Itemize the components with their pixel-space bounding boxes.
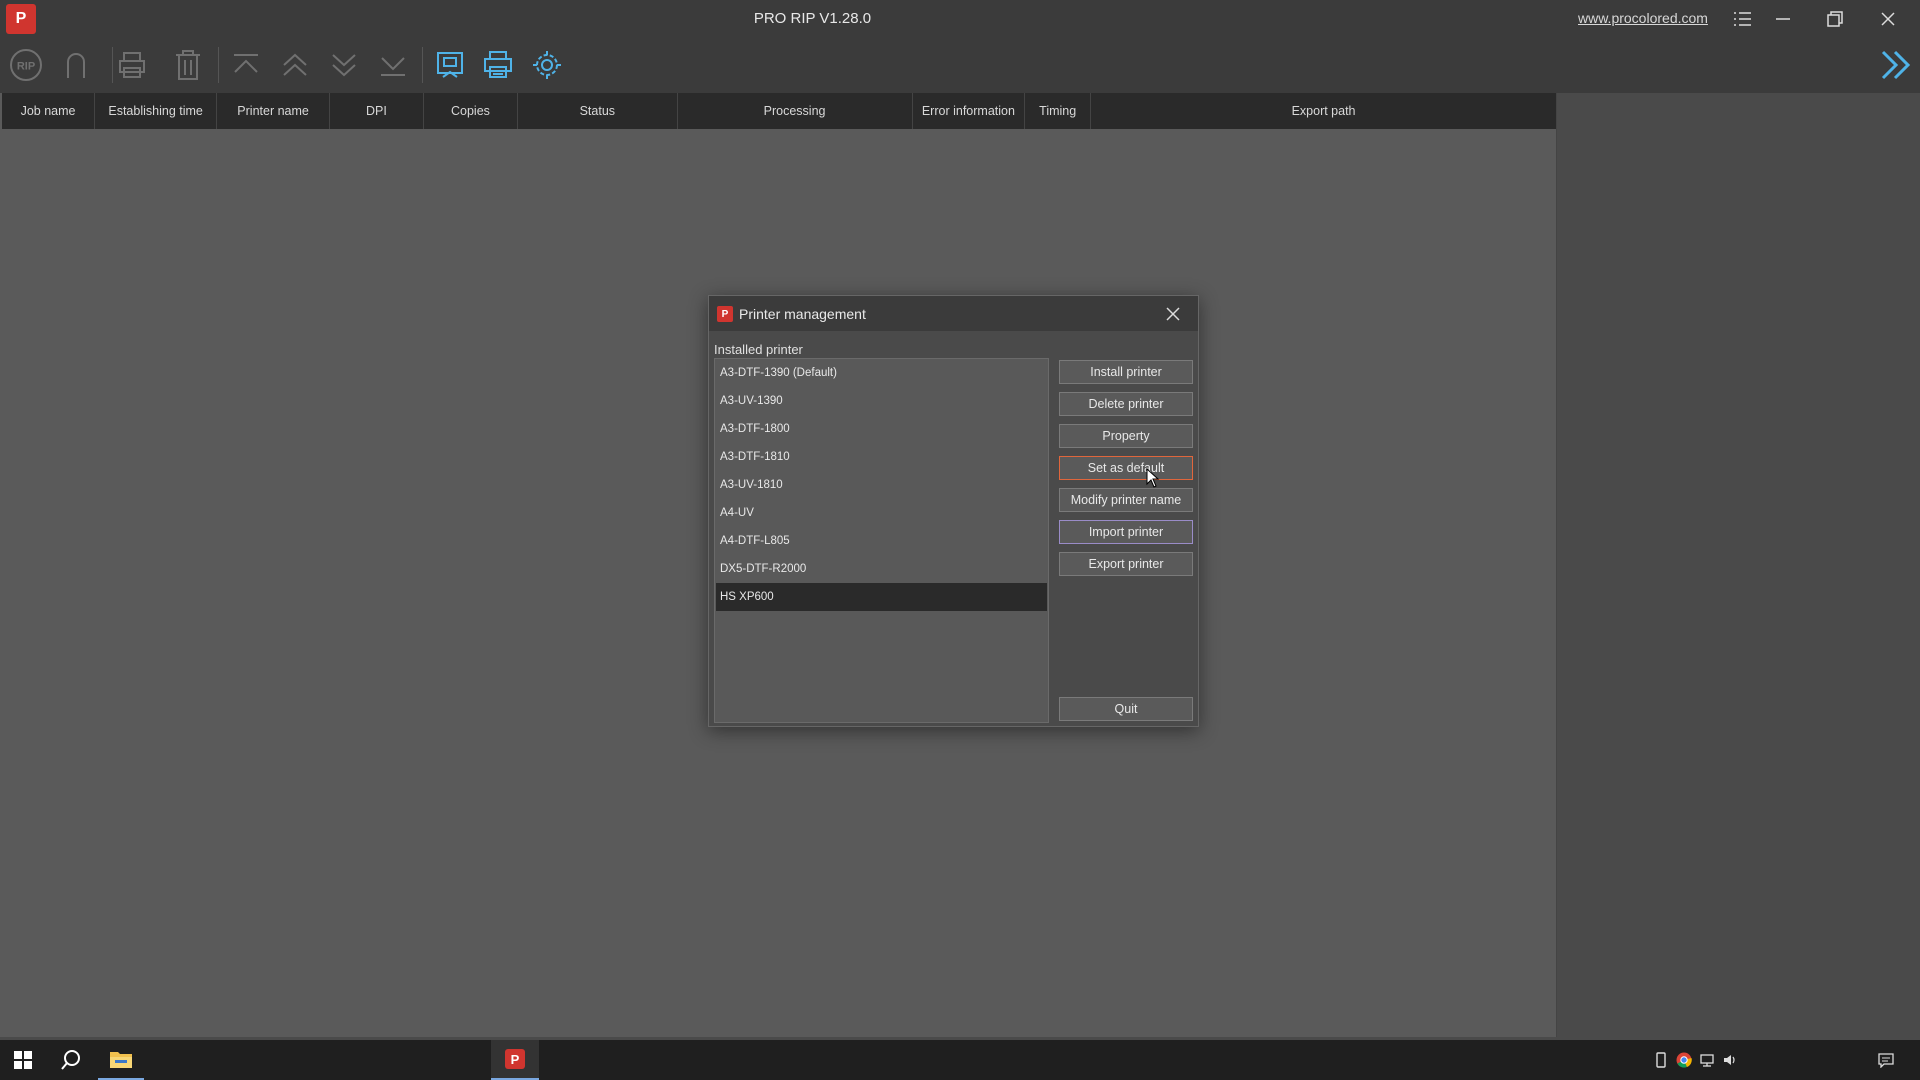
move-down-icon[interactable] [326, 47, 362, 83]
windows-start-icon[interactable] [0, 1040, 46, 1080]
dialog-close-icon[interactable] [1164, 305, 1182, 323]
printer-list-item[interactable]: A4-DTF-L805 [716, 527, 1047, 555]
printer-manage-icon[interactable] [480, 47, 516, 83]
toolbar-separator [422, 47, 423, 83]
column-job-name[interactable]: Job name [2, 93, 96, 129]
title-bar: P PRO RIP V1.28.0 www.procolored.com [0, 0, 1920, 37]
column-dpi[interactable]: DPI [330, 93, 424, 129]
right-side-panel [1556, 93, 1920, 1037]
set-as-default-button[interactable]: Set as default [1059, 456, 1193, 480]
taskbar: P [0, 1040, 1920, 1080]
quit-button[interactable]: Quit [1059, 697, 1193, 721]
installed-printer-list[interactable]: A3-DTF-1390 (Default) A3-UV-1390 A3-DTF-… [714, 358, 1049, 723]
column-processing[interactable]: Processing [678, 93, 913, 129]
website-link[interactable]: www.procolored.com [1578, 10, 1708, 26]
volume-icon[interactable] [1722, 1052, 1738, 1068]
dialog-app-icon: P [717, 306, 733, 322]
column-error-information[interactable]: Error information [913, 93, 1026, 129]
settings-icon[interactable] [529, 47, 565, 83]
chrome-icon[interactable] [1676, 1052, 1692, 1068]
printer-list-item[interactable]: A3-DTF-1810 [716, 443, 1047, 471]
menu-list-icon[interactable] [1720, 2, 1764, 36]
magnet-icon[interactable] [58, 47, 94, 83]
notification-icon[interactable] [1878, 1052, 1894, 1068]
printer-management-dialog: P Printer management Installed printer A… [708, 295, 1199, 727]
rip-icon[interactable]: RIP [8, 47, 44, 83]
close-icon[interactable] [1866, 2, 1910, 36]
column-establishing-time[interactable]: Establishing time [95, 93, 218, 129]
printer-list-item[interactable]: A3-UV-1810 [716, 471, 1047, 499]
toolbar: RIP [0, 37, 1920, 93]
minimize-icon[interactable] [1761, 2, 1805, 36]
move-bottom-icon[interactable] [375, 47, 411, 83]
dialog-title: Printer management [739, 306, 866, 322]
printer-list-item[interactable]: A3-DTF-1390 (Default) [716, 359, 1047, 387]
search-icon[interactable] [48, 1040, 94, 1080]
svg-text:P: P [511, 1052, 520, 1067]
move-top-icon[interactable] [228, 47, 264, 83]
export-printer-button[interactable]: Export printer [1059, 552, 1193, 576]
printer-list-item[interactable]: DX5-DTF-R2000 [716, 555, 1047, 583]
modify-printer-name-button[interactable]: Modify printer name [1059, 488, 1193, 512]
svg-text:RIP: RIP [17, 61, 35, 73]
toolbar-separator [112, 47, 113, 83]
delete-printer-button[interactable]: Delete printer [1059, 392, 1193, 416]
network-icon[interactable] [1699, 1052, 1715, 1068]
property-button[interactable]: Property [1059, 424, 1193, 448]
printer-list-item[interactable]: A3-UV-1390 [716, 387, 1047, 415]
preview-icon[interactable] [432, 47, 468, 83]
restore-icon[interactable] [1813, 2, 1857, 36]
usb-device-icon[interactable] [1653, 1052, 1669, 1068]
trash-icon[interactable] [170, 47, 206, 83]
dialog-title-bar: P Printer management [709, 296, 1198, 331]
window-title: PRO RIP V1.28.0 [753, 10, 872, 27]
column-copies[interactable]: Copies [424, 93, 518, 129]
install-printer-button[interactable]: Install printer [1059, 360, 1193, 384]
toolbar-separator [218, 47, 219, 83]
printer-list-item[interactable]: A3-DTF-1800 [716, 415, 1047, 443]
pro-rip-taskbar-icon[interactable]: P [491, 1040, 539, 1080]
column-export-path[interactable]: Export path [1091, 93, 1556, 129]
import-printer-button[interactable]: Import printer [1059, 520, 1193, 544]
column-timing[interactable]: Timing [1025, 93, 1092, 129]
column-status[interactable]: Status [518, 93, 678, 129]
mouse-cursor-icon [1146, 468, 1160, 488]
installed-printer-label: Installed printer [714, 342, 803, 357]
job-table-header: Job name Establishing time Printer name … [2, 93, 1556, 129]
print-icon[interactable] [114, 47, 150, 83]
printer-list-item-selected[interactable]: HS XP600 [716, 583, 1047, 611]
column-printer-name[interactable]: Printer name [217, 93, 330, 129]
move-up-icon[interactable] [277, 47, 313, 83]
file-explorer-icon[interactable] [98, 1040, 144, 1080]
expand-panel-icon[interactable] [1876, 47, 1916, 83]
printer-list-item[interactable]: A4-UV [716, 499, 1047, 527]
